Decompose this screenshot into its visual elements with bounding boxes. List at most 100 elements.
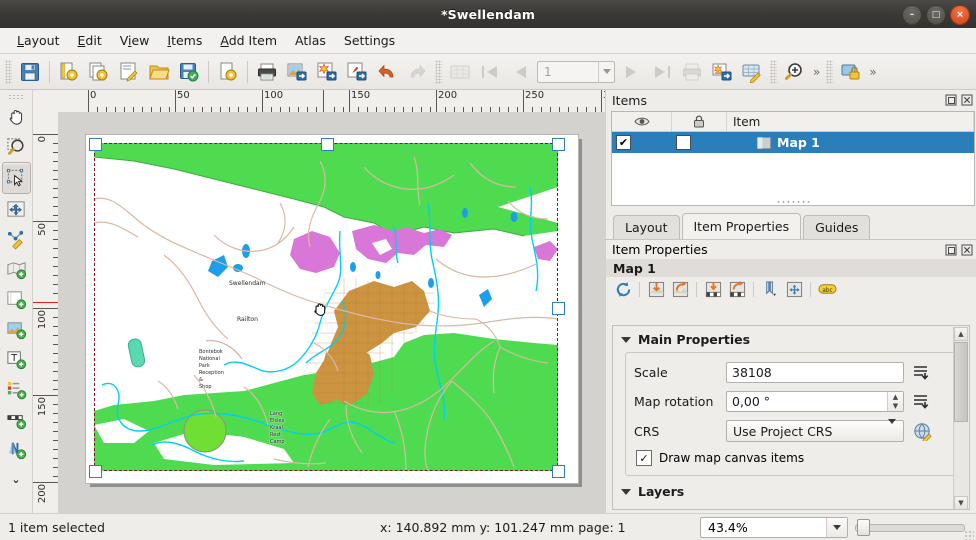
tab-guides[interactable]: Guides (803, 215, 870, 239)
zoom-in-button[interactable] (781, 58, 809, 86)
export-svg-button[interactable] (313, 58, 341, 86)
atlas-settings-button[interactable] (738, 58, 766, 86)
view-extent-in-canvas-button[interactable] (669, 279, 691, 300)
minimize-button[interactable]: – (902, 5, 922, 25)
export-image-button[interactable] (283, 58, 311, 86)
item-properties-scroll-area[interactable]: Main Properties Scale 38108 (612, 325, 970, 510)
items-column-item[interactable]: Item (727, 112, 974, 131)
move-item-content-tool[interactable] (3, 194, 30, 224)
duplicate-layout-button[interactable] (85, 58, 113, 86)
tab-item-properties[interactable]: Item Properties (682, 213, 802, 239)
select-crs-button[interactable] (912, 421, 934, 442)
layout-canvas[interactable]: Swellendam Railton Bontebok National Par… (58, 112, 605, 513)
zoom-toolbar-overflow[interactable]: » (810, 65, 823, 79)
set-to-canvas-extent-button[interactable] (645, 279, 667, 300)
pan-layout-tool[interactable] (3, 102, 30, 132)
item-visibility-checkbox[interactable]: ✔ (612, 135, 672, 150)
items-panel-close-button[interactable] (960, 94, 973, 107)
scale-input[interactable]: 38108 (726, 362, 904, 383)
atlas-next-button[interactable] (618, 58, 646, 86)
left-toolbar-grip[interactable] (8, 94, 24, 100)
resize-handle-top-right[interactable] (552, 138, 565, 151)
scroll-up-button[interactable]: ▲ (954, 327, 968, 341)
menu-add-item[interactable]: Add Item (211, 30, 286, 51)
atlas-print-button[interactable] (678, 58, 706, 86)
section-layers-header[interactable]: Layers (613, 476, 969, 503)
scroll-down-button[interactable]: ▼ (954, 496, 968, 510)
menu-settings[interactable]: Settings (335, 30, 404, 51)
draw-map-canvas-items-checkbox[interactable]: ✓ (636, 450, 652, 466)
menu-view[interactable]: View (111, 30, 159, 51)
edit-nodes-tool[interactable] (3, 224, 30, 254)
toolbar-grip-4[interactable] (826, 60, 833, 84)
close-button[interactable]: × (950, 5, 970, 25)
open-template-button[interactable] (145, 58, 173, 86)
interactive-edit-button[interactable] (783, 279, 805, 300)
zoom-slider-track[interactable] (855, 524, 965, 532)
add-shape-tool[interactable] (3, 284, 30, 314)
maximize-button[interactable]: □ (926, 5, 946, 25)
items-column-lock[interactable] (672, 112, 727, 131)
save-template-button[interactable] (175, 58, 203, 86)
add-north-arrow-tool[interactable] (3, 434, 30, 464)
print-button[interactable] (253, 58, 281, 86)
lock-items-button[interactable] (837, 58, 865, 86)
menu-edit[interactable]: Edit (69, 30, 111, 51)
spin-up-icon[interactable]: ▲ (888, 392, 903, 402)
spin-down-icon[interactable]: ▼ (888, 402, 903, 412)
atlas-prev-button[interactable] (506, 58, 534, 86)
tab-layout[interactable]: Layout (613, 215, 680, 239)
resize-handle-top-center[interactable] (321, 138, 334, 151)
refresh-view-button[interactable] (612, 279, 634, 300)
atlas-preview-button[interactable] (446, 58, 474, 86)
crs-combo[interactable]: Use Project CRS (726, 420, 904, 442)
export-pdf-button[interactable] (343, 58, 371, 86)
window-resize-grip[interactable] (964, 530, 974, 540)
layout-manager-button[interactable] (115, 58, 143, 86)
menu-layout[interactable]: Layout (8, 30, 69, 51)
add-picture-tool[interactable] (3, 314, 30, 344)
scale-data-defined-button[interactable] (912, 362, 934, 383)
add-label-tool[interactable]: T (3, 344, 30, 374)
resize-handle-top-left[interactable] (89, 138, 102, 151)
table-row[interactable]: ✔ Map 1 (612, 132, 974, 153)
atlas-page-input[interactable]: 1 (537, 61, 615, 83)
save-button[interactable] (16, 58, 44, 86)
add-map-tool[interactable] (3, 254, 30, 284)
atlas-page-dropdown[interactable] (598, 62, 614, 82)
draw-map-canvas-items-row[interactable]: ✓ Draw map canvas items (634, 450, 948, 466)
layout-properties-button[interactable] (214, 58, 242, 86)
map-rotation-spinner[interactable]: ▲ ▼ (887, 392, 903, 411)
item-properties-float-button[interactable] (944, 243, 957, 256)
atlas-last-button[interactable] (648, 58, 676, 86)
section-main-properties-header[interactable]: Main Properties (613, 326, 969, 351)
items-column-visibility[interactable] (612, 112, 672, 131)
new-layout-button[interactable] (55, 58, 83, 86)
resize-handle-right-center[interactable] (552, 302, 565, 315)
atlas-export-image-button[interactable] (708, 58, 736, 86)
labels-button[interactable]: abc (816, 279, 838, 300)
item-properties-scrollbar[interactable]: ▲ ▼ (953, 327, 968, 510)
items-tree[interactable]: Item ✔ Map 1 (611, 111, 975, 206)
menu-items[interactable]: Items (158, 30, 211, 51)
toolbar-grip[interactable] (5, 60, 12, 84)
atlas-first-button[interactable] (476, 58, 504, 86)
item-lock-checkbox[interactable] (672, 135, 727, 150)
zoom-tool[interactable] (3, 132, 30, 162)
redo-button[interactable] (403, 58, 431, 86)
add-scalebar-tool[interactable] (3, 404, 30, 434)
bookmarks-button[interactable] (759, 279, 781, 300)
items-panel-float-button[interactable] (944, 94, 957, 107)
menu-atlas[interactable]: Atlas (286, 30, 335, 51)
resize-handle-bottom-right[interactable] (552, 465, 565, 478)
zoom-level-combo[interactable]: 43.4% (700, 517, 848, 538)
map-rotation-input[interactable]: 0,00 ° ▲ ▼ (726, 391, 904, 412)
layout-page[interactable]: Swellendam Railton Bontebok National Par… (86, 135, 578, 483)
scrollbar-thumb[interactable] (954, 342, 968, 422)
undo-button[interactable] (373, 58, 401, 86)
items-resize-grip[interactable] (776, 200, 810, 204)
item-name-cell[interactable]: Map 1 (727, 135, 974, 150)
toolbar-grip-3[interactable] (770, 60, 777, 84)
rotation-data-defined-button[interactable] (912, 391, 934, 412)
left-toolbar-overflow[interactable]: ⌄ (3, 464, 30, 494)
